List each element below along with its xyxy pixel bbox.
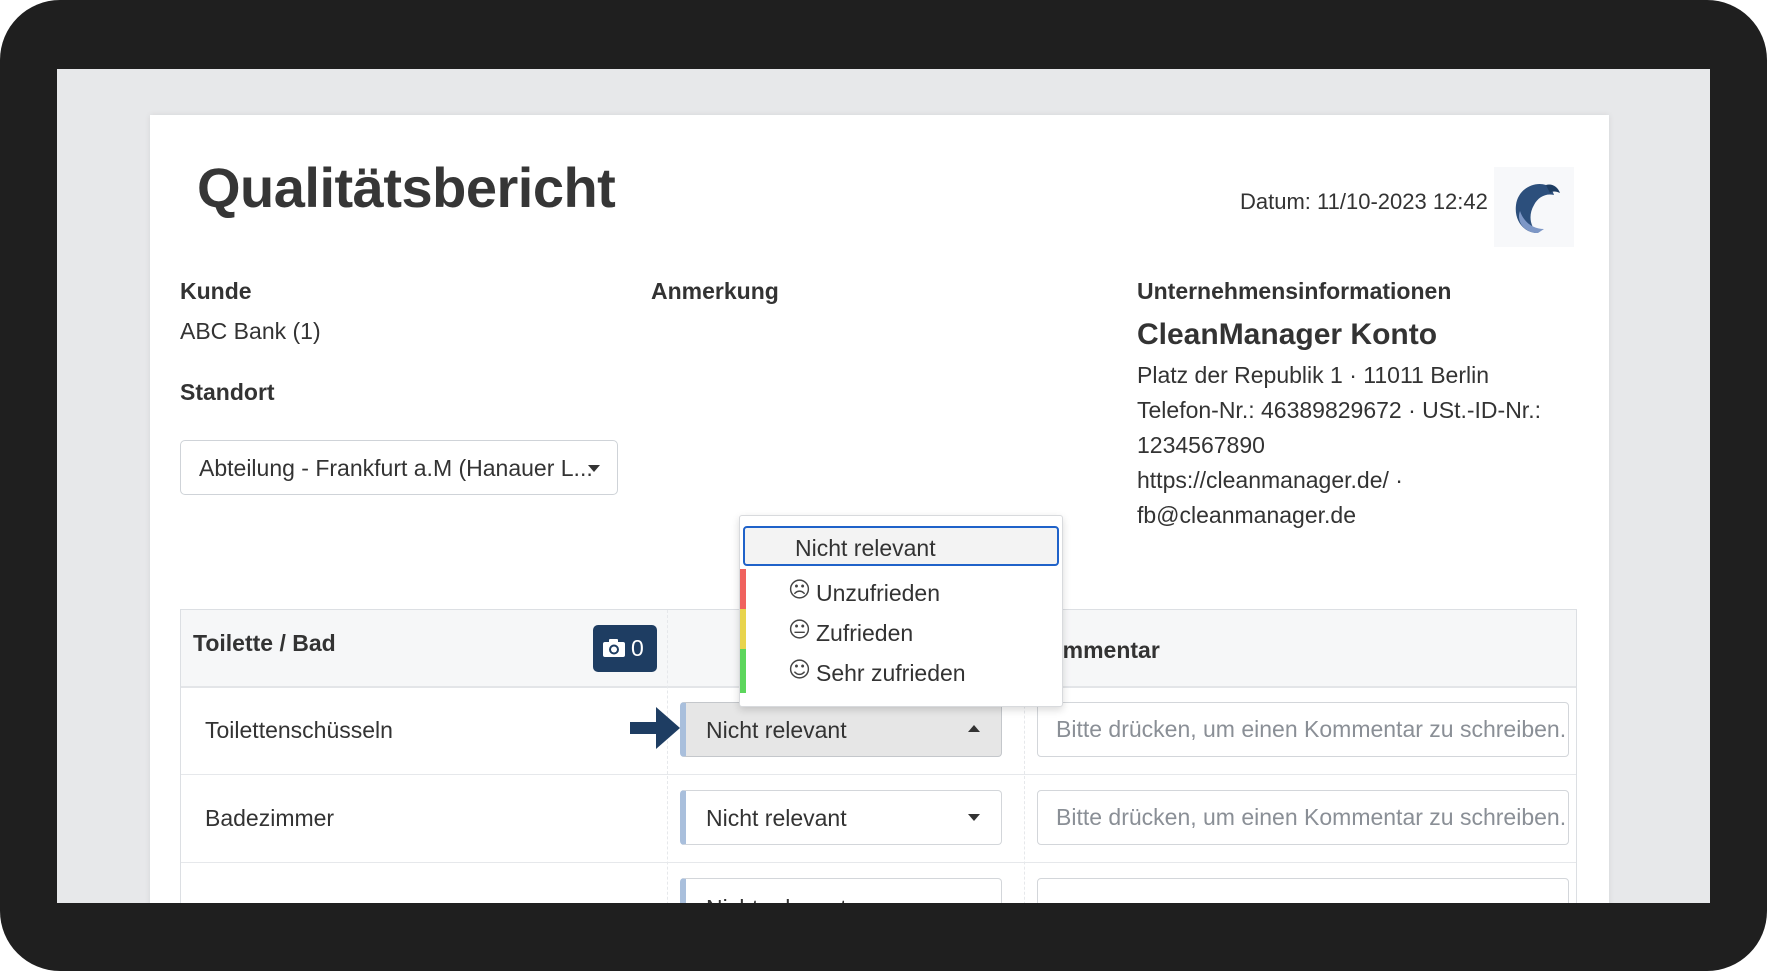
company-logo-icon [1494,167,1574,247]
company-name: CleanManager Konto [1137,318,1438,351]
rating-select[interactable]: Nicht relevant [680,878,1002,903]
chevron-down-icon [588,465,600,472]
neutral-face-icon: 😐 [788,618,811,643]
customer-label: Kunde [180,278,252,304]
status-color-bar [740,609,746,653]
table-row: Badezimmer Nicht relevant [181,775,1576,863]
company-email[interactable]: fb@cleanmanager.de [1137,502,1356,529]
rating-option-very-satisfied[interactable]: ☺ Sehr zufrieden [740,649,1062,693]
company-phone: Telefon-Nr.: 46389829672 · USt.-ID-Nr.: [1137,397,1541,423]
arrow-right-icon [630,707,680,749]
screen: Qualitätsbericht Datum: 11/10-2023 12:42… [57,69,1710,903]
chevron-down-icon [968,814,980,821]
location-select[interactable]: Abteilung - Frankfurt a.M (Hanauer L... [180,440,618,495]
report-page: Qualitätsbericht Datum: 11/10-2023 12:42… [150,115,1609,903]
comment-input[interactable] [1038,791,1568,844]
row-item-name: Badezimmer [205,805,335,831]
camera-icon [603,639,625,657]
smile-icon: ☺ [788,658,811,683]
rating-option-label: Unzufrieden [816,580,941,606]
rating-option-not-relevant[interactable]: Nicht relevant [743,526,1059,566]
rating-option-label: Nicht relevant [795,535,936,561]
rating-select[interactable]: Nicht relevant [680,702,1002,757]
rating-option-label: Sehr zufrieden [816,660,966,686]
photo-count: 0 [631,635,644,661]
remark-label: Anmerkung [651,278,779,304]
row-item-name: Toilettenschüsseln [205,717,393,743]
company-address: Platz der Republik 1 · 11011 Berlin [1137,362,1490,388]
rating-option-label: Zufrieden [816,620,914,646]
frown-icon: ☹ [788,578,811,603]
photo-button[interactable]: 0 [593,625,657,672]
rating-option-satisfied[interactable]: 😐 Zufrieden [740,609,1062,653]
company-vat: 1234567890 [1137,432,1265,458]
comment-input-wrapper [1037,878,1569,903]
table-row: Nicht relevant [181,863,1576,903]
company-info-label: Unternehmensinformationen [1137,278,1452,304]
customer-value: ABC Bank (1) [180,318,321,344]
status-color-bar [740,649,746,693]
rating-dropdown-menu: Nicht relevant ☹ Unzufrieden 😐 Zufrieden… [739,515,1063,707]
location-select-value: Abteilung - Frankfurt a.M (Hanauer L... [199,455,593,481]
comment-input[interactable] [1038,703,1568,756]
rating-option-unsatisfied[interactable]: ☹ Unzufrieden [740,569,1062,613]
report-date: Datum: 11/10-2023 12:42 [1240,189,1488,214]
status-color-bar [740,569,746,613]
company-website[interactable]: https://cleanmanager.de/ · [1137,467,1403,494]
comment-input-wrapper [1037,702,1569,757]
rating-select-value: Nicht relevant [706,895,847,903]
rating-select[interactable]: Nicht relevant [680,790,1002,845]
rating-select-value: Nicht relevant [706,717,847,743]
chevron-up-icon [968,725,980,732]
device-frame: Qualitätsbericht Datum: 11/10-2023 12:42… [0,0,1767,971]
rating-select-value: Nicht relevant [706,805,847,831]
comment-input-wrapper [1037,790,1569,845]
location-label: Standort [180,379,275,405]
page-title: Qualitätsbericht [197,156,616,219]
section-header: Toilette / Bad [193,630,336,656]
